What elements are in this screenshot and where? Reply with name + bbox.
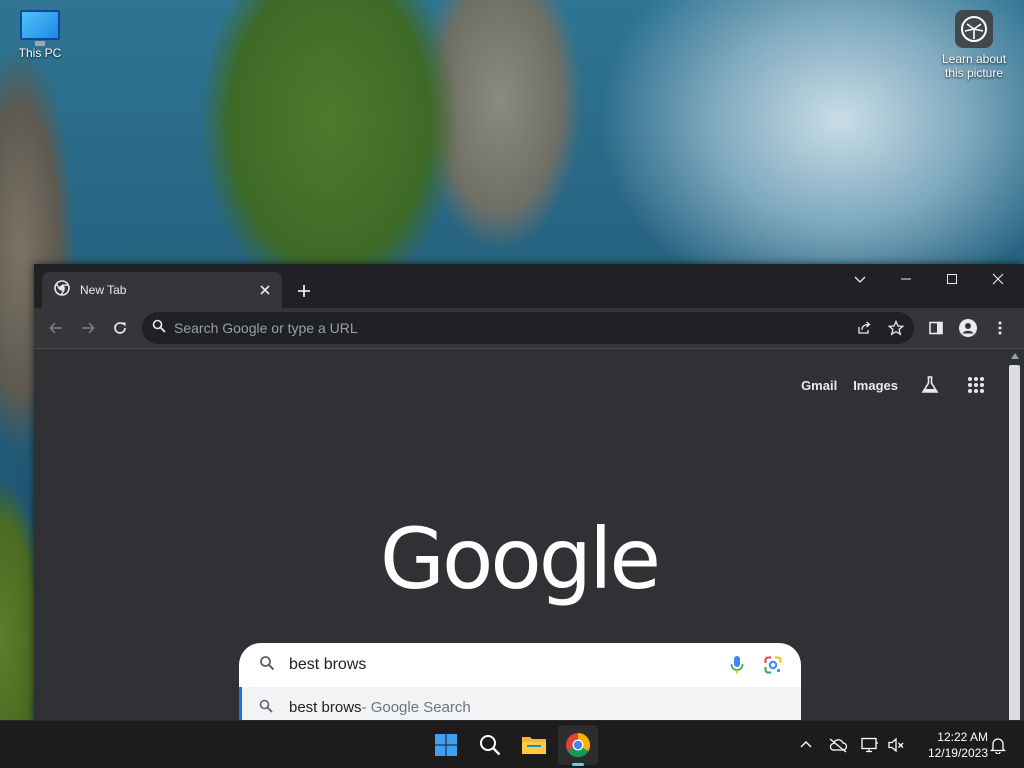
flask-icon[interactable] xyxy=(914,369,946,401)
kebab-menu-icon[interactable] xyxy=(986,314,1014,342)
suggestion-suffix: - Google Search xyxy=(361,699,471,716)
desktop-icon-learn-about-picture[interactable]: Learn about this picture xyxy=(934,10,1014,80)
chevron-down-icon[interactable] xyxy=(837,264,883,294)
cloud-offline-icon[interactable] xyxy=(826,733,850,757)
minimize-icon[interactable] xyxy=(883,264,929,294)
toolbar: Search Google or type a URL xyxy=(34,308,1024,348)
bell-icon[interactable] xyxy=(986,733,1010,757)
chrome-icon xyxy=(54,279,70,301)
taskbar: 12:22 AM 12/19/2023 xyxy=(0,720,1024,768)
tab-new-tab[interactable]: New Tab xyxy=(42,272,282,308)
reload-icon[interactable] xyxy=(106,314,134,342)
system-clock[interactable]: 12:22 AM 12/19/2023 xyxy=(912,729,988,761)
monitor-icon xyxy=(20,10,60,46)
tab-strip: New Tab xyxy=(34,264,1024,308)
active-app-indicator xyxy=(572,763,584,766)
star-icon[interactable] xyxy=(882,314,910,342)
clock-date: 12/19/2023 xyxy=(927,746,988,760)
back-arrow-icon[interactable] xyxy=(42,314,70,342)
search-box[interactable]: best brows best brows - Google Search xyxy=(239,643,801,720)
autocomplete-suggestion[interactable]: best brows - Google Search xyxy=(239,687,801,720)
chrome-window: New Tab Search Google or type a URL Gmai… xyxy=(34,264,1024,720)
desktop-icon-label: This PC xyxy=(18,46,62,60)
chevron-up-icon[interactable] xyxy=(794,733,818,757)
desktop-icon-this-pc[interactable]: This PC xyxy=(0,10,80,60)
search-icon[interactable] xyxy=(470,725,510,765)
maximize-icon[interactable] xyxy=(929,264,975,294)
file-explorer-icon[interactable] xyxy=(514,725,554,765)
plus-icon[interactable] xyxy=(290,277,318,305)
profile-icon[interactable] xyxy=(954,314,982,342)
camera-lens-icon xyxy=(955,10,993,48)
address-bar[interactable]: Search Google or type a URL xyxy=(142,312,914,344)
volume-muted-icon[interactable] xyxy=(884,733,908,757)
search-icon xyxy=(152,319,166,338)
search-icon xyxy=(259,655,275,676)
clock-time: 12:22 AM xyxy=(937,730,988,744)
microphone-icon[interactable] xyxy=(723,651,751,679)
tab-title: New Tab xyxy=(80,283,127,297)
images-link[interactable]: Images xyxy=(853,378,898,393)
network-icon[interactable] xyxy=(858,733,882,757)
new-tab-page: Gmail Images Google best brows best brow… xyxy=(34,349,1006,720)
google-logo: Google xyxy=(379,510,661,608)
windows-start-icon[interactable] xyxy=(426,725,466,765)
top-links: Gmail Images xyxy=(801,369,992,401)
grid-icon[interactable] xyxy=(960,369,992,401)
gmail-link[interactable]: Gmail xyxy=(801,378,837,393)
forward-arrow-icon[interactable] xyxy=(74,314,102,342)
scroll-up-arrow-icon[interactable] xyxy=(1011,353,1019,359)
page-scrollbar[interactable] xyxy=(1006,349,1024,720)
search-input[interactable]: best brows xyxy=(239,643,801,687)
search-icon xyxy=(259,699,273,718)
share-icon[interactable] xyxy=(850,314,878,342)
desktop-icon-label: Learn about this picture xyxy=(941,52,1007,80)
close-icon[interactable] xyxy=(975,264,1021,294)
search-query-text: best brows xyxy=(289,656,367,673)
address-bar-placeholder: Search Google or type a URL xyxy=(174,320,358,336)
suggestion-text: best brows xyxy=(289,699,362,716)
side-panel-icon[interactable] xyxy=(922,314,950,342)
google-lens-icon[interactable] xyxy=(759,651,787,679)
close-tab-icon[interactable] xyxy=(258,283,272,297)
chrome-icon[interactable] xyxy=(558,725,598,765)
scrollbar-thumb[interactable] xyxy=(1009,365,1020,720)
